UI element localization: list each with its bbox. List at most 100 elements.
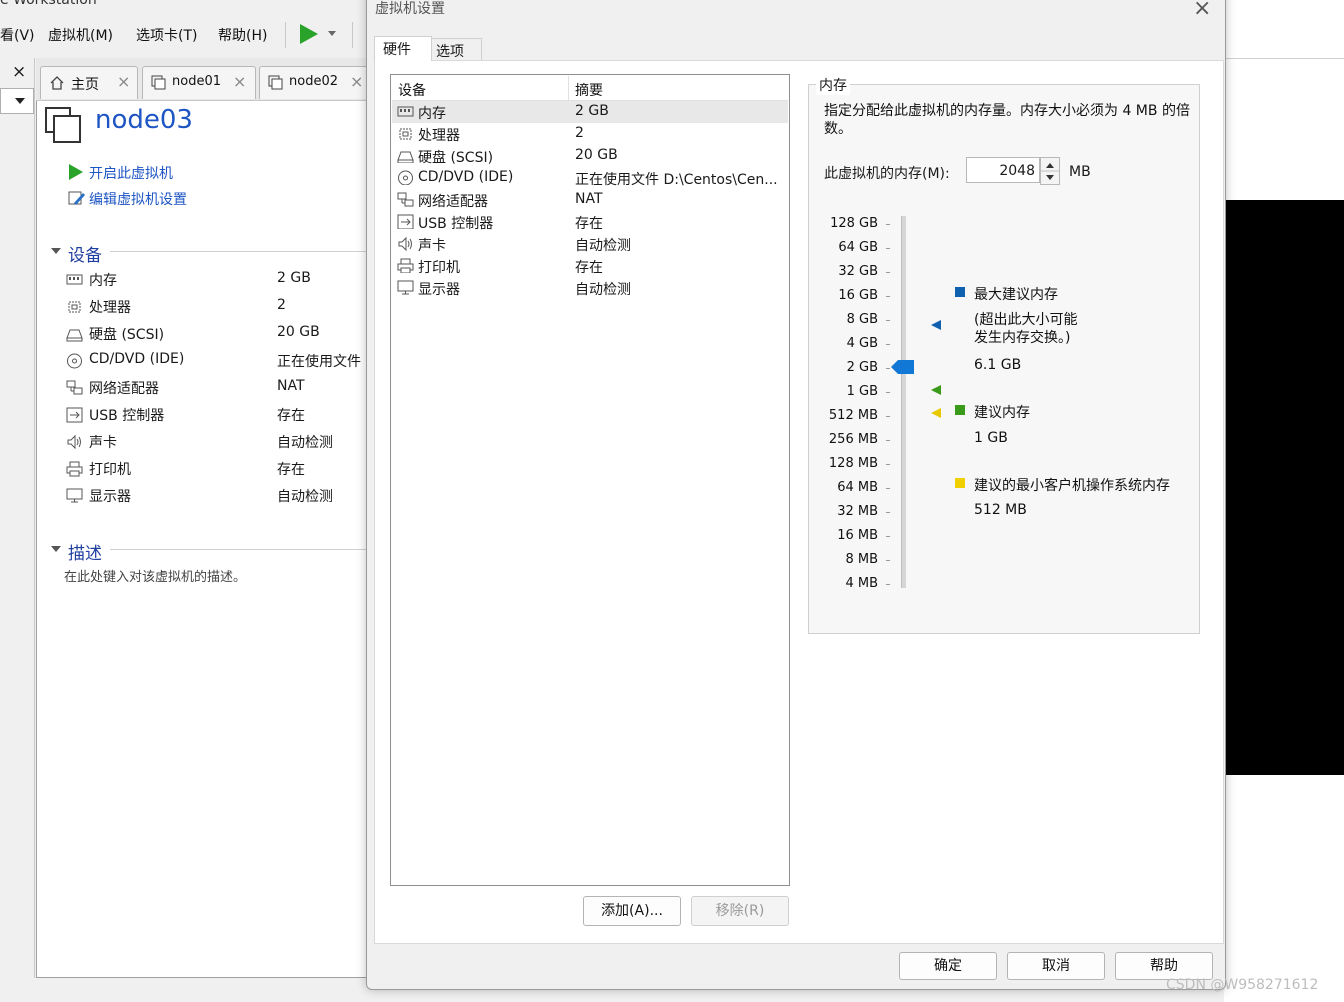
- scale-tick-label: 64 MB: [837, 480, 878, 495]
- usb-icon: [397, 214, 414, 229]
- scale-tick-label: 4 GB: [846, 336, 878, 351]
- device-summary: 自动检测: [575, 282, 631, 298]
- device-value: 自动检测: [277, 489, 333, 505]
- tab-options[interactable]: 选项: [430, 38, 482, 61]
- device-list-row[interactable]: 处理器 2: [392, 123, 788, 145]
- device-list-row[interactable]: CD/DVD (IDE) 正在使用文件 D:\Centos\Cen...: [392, 167, 788, 189]
- device-summary: 2: [575, 125, 584, 141]
- menu-vm[interactable]: 虚拟机(M): [48, 25, 113, 45]
- device-list-row[interactable]: 打印机 存在: [392, 255, 788, 277]
- device-list-row[interactable]: 硬盘 (SCSI) 20 GB: [392, 145, 788, 167]
- device-row[interactable]: 声卡 自动检测: [64, 430, 374, 454]
- device-row[interactable]: 内存 2 GB: [64, 268, 374, 292]
- device-name: 打印机: [89, 462, 131, 478]
- tab-strip: 主页 × node01 × node02 ×: [36, 58, 373, 101]
- device-name: 显示器: [418, 282, 460, 298]
- menu-help[interactable]: 帮助(H): [218, 25, 267, 45]
- menu-separator: [352, 22, 353, 48]
- dialog-title: 虚拟机设置: [375, 1, 445, 17]
- vm-icon: [151, 75, 166, 90]
- device-name: 处理器: [89, 300, 131, 316]
- menu-separator: [285, 22, 286, 48]
- tab-home[interactable]: 主页 ×: [40, 66, 138, 99]
- menu-tabs[interactable]: 选项卡(T): [136, 25, 197, 45]
- cancel-button[interactable]: 取消: [1007, 952, 1105, 980]
- sound-icon: [398, 236, 412, 251]
- close-icon[interactable]: ×: [1193, 0, 1211, 21]
- harddisk-icon: [66, 329, 83, 342]
- help-button[interactable]: 帮助: [1115, 952, 1213, 980]
- device-name: 网络适配器: [418, 194, 488, 210]
- collapse-icon[interactable]: [50, 246, 62, 256]
- close-icon[interactable]: ×: [12, 62, 26, 82]
- close-icon[interactable]: ×: [117, 72, 130, 91]
- tab-hardware[interactable]: 硬件: [374, 36, 432, 61]
- min-guest-marker-icon: [931, 408, 941, 418]
- device-row[interactable]: 打印机 存在: [64, 457, 374, 481]
- min-guest-legend-icon: [955, 478, 965, 488]
- device-value: 自动检测: [277, 435, 333, 451]
- sound-icon: [67, 434, 81, 450]
- scale-tick-label: 512 MB: [828, 408, 878, 423]
- column-header-summary[interactable]: 摘要: [575, 80, 603, 100]
- device-row[interactable]: 处理器 2: [64, 295, 374, 319]
- play-icon: [300, 24, 336, 44]
- menu-view[interactable]: 看(V): [0, 25, 35, 45]
- scale-tick-label: 32 MB: [837, 504, 878, 519]
- add-device-button[interactable]: 添加(A)...: [583, 896, 681, 926]
- spinner-arrows-icon: [1041, 163, 1059, 180]
- max-recommended-marker-icon: [931, 320, 941, 330]
- device-name: 打印机: [418, 260, 460, 276]
- remove-device-button[interactable]: 移除(R): [691, 896, 789, 926]
- device-row[interactable]: 显示器 自动检测: [64, 484, 374, 508]
- device-summary: 自动检测: [575, 238, 631, 254]
- max-recommended-label: 最大建议内存: [974, 287, 1058, 303]
- scale-tick: [886, 368, 890, 369]
- close-icon[interactable]: ×: [233, 72, 246, 91]
- device-name: CD/DVD (IDE): [418, 169, 514, 185]
- memory-group-title: 内存: [816, 75, 850, 95]
- devices-section-title: 设备: [68, 246, 102, 266]
- scale-tick: [886, 440, 890, 441]
- device-value: 2: [277, 297, 286, 313]
- library-dropdown[interactable]: [0, 88, 34, 114]
- scale-tick: [886, 416, 890, 417]
- memory-label: 此虚拟机的内存(M):: [824, 166, 950, 182]
- device-summary: 2 GB: [575, 103, 609, 119]
- device-list-row[interactable]: 内存 2 GB: [392, 101, 788, 123]
- close-icon[interactable]: ×: [350, 72, 363, 91]
- memory-slider-track[interactable]: [901, 216, 906, 588]
- device-list-row[interactable]: 网络适配器 NAT: [392, 189, 788, 211]
- power-on-button[interactable]: [298, 22, 338, 46]
- tab-node01[interactable]: node01 ×: [142, 66, 256, 99]
- device-name: 网络适配器: [89, 381, 159, 397]
- memory-input[interactable]: 2048: [966, 157, 1040, 183]
- memory-icon: [397, 106, 414, 117]
- scale-tick-label: 8 MB: [845, 552, 878, 567]
- device-list-row[interactable]: 显示器 自动检测: [392, 277, 788, 299]
- device-value: 存在: [277, 462, 305, 478]
- tab-node02[interactable]: node02 ×: [259, 66, 373, 99]
- device-name: CD/DVD (IDE): [89, 351, 185, 367]
- memory-spinner[interactable]: [1040, 157, 1060, 185]
- network-icon: [66, 380, 83, 395]
- device-list-row[interactable]: USB 控制器 存在: [392, 211, 788, 233]
- memory-slider-thumb[interactable]: [891, 360, 915, 374]
- device-row[interactable]: 网络适配器 NAT: [64, 376, 374, 400]
- vm-summary-panel: [36, 58, 370, 978]
- description-input[interactable]: 在此处键入对该虚拟机的描述。: [64, 566, 246, 585]
- device-name: 显示器: [89, 489, 131, 505]
- ok-button[interactable]: 确定: [899, 952, 997, 980]
- app-title: e Workstation: [0, 0, 97, 8]
- column-header-device[interactable]: 设备: [398, 80, 426, 100]
- device-list-row[interactable]: 声卡 自动检测: [392, 233, 788, 255]
- device-row[interactable]: CD/DVD (IDE) 正在使用文件: [64, 349, 374, 373]
- device-row[interactable]: 硬盘 (SCSI) 20 GB: [64, 322, 374, 346]
- column-divider: [568, 76, 569, 100]
- device-row[interactable]: USB 控制器 存在: [64, 403, 374, 427]
- device-name: 声卡: [418, 238, 446, 254]
- divider: [110, 549, 368, 550]
- dialog-tabs: 硬件 选项: [374, 36, 1218, 61]
- collapse-icon[interactable]: [50, 544, 62, 554]
- vm-console-preview[interactable]: [1224, 200, 1344, 775]
